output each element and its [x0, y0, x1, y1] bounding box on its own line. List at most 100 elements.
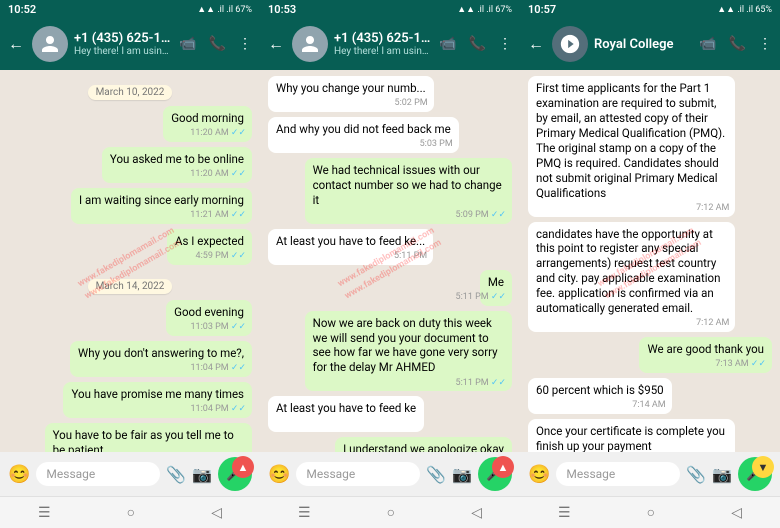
message-time: 11:04 PM ✓✓	[190, 363, 246, 375]
nav-back-icon[interactable]: ◁	[731, 505, 742, 521]
back-arrow-icon[interactable]: ←	[8, 34, 24, 54]
scroll-up-button[interactable]: ▲	[492, 456, 514, 478]
message-text: Me	[488, 275, 504, 289]
message-time: 5:11 PM	[394, 251, 427, 263]
contact-info[interactable]: +1 (435) 625-1749 Hey there! I am using …	[74, 31, 173, 57]
message-bubble: At least you have to feed ke... 5:11 PM	[268, 229, 433, 265]
contact-info[interactable]: +1 (435) 625-1749 Hey there! I am using …	[334, 31, 433, 57]
signal-info: ▲▲ .il .il 67%	[197, 4, 252, 15]
scroll-up-button[interactable]: ▲	[232, 456, 254, 478]
messages-area: March 10, 2022 Good morning 11:20 AM ✓✓ You…	[0, 70, 260, 452]
message-time: 7:14 AM	[632, 400, 665, 412]
attach-button[interactable]: 📎	[166, 465, 186, 484]
chat-input-bar: 😊 Message 📎 📷 🎤	[0, 452, 260, 496]
message-input[interactable]: Message	[556, 462, 680, 486]
back-arrow-icon[interactable]: ←	[268, 34, 284, 54]
contact-avatar[interactable]	[292, 26, 328, 62]
message-bubble: You have to be fair as you tell me to be…	[45, 423, 252, 452]
attach-button[interactable]: 📎	[426, 465, 446, 484]
header-action-icons: 📹 📞 ⋮	[699, 36, 772, 52]
phone-icon[interactable]: 📞	[209, 36, 226, 52]
message-text: Good morning	[171, 111, 244, 125]
nav-menu-icon[interactable]: ☰	[558, 505, 571, 521]
message-time: 11:20 AM ✓✓	[190, 128, 246, 140]
message-bubble: I understand we apologize okay5:11 PM ✓✓	[335, 437, 512, 452]
emoji-button[interactable]: 😊	[268, 464, 290, 485]
signal-info: ▲▲ .il .il 67%	[457, 4, 512, 15]
date-divider: March 10, 2022	[8, 80, 252, 99]
signal-info: ▲▲ .il .il 65%	[717, 4, 772, 15]
more-options-icon[interactable]: ⋮	[498, 36, 512, 52]
video-call-icon[interactable]: 📹	[699, 36, 716, 52]
message-bubble: Why you change your numb... 5:02 PM	[268, 76, 434, 112]
nav-back-icon[interactable]: ◁	[211, 505, 222, 521]
message-input[interactable]: Message	[296, 462, 420, 486]
back-arrow-icon[interactable]: ←	[528, 34, 544, 54]
time-display: 10:52	[8, 3, 36, 16]
message-bubble: First time applicants for the Part 1 exa…	[528, 76, 735, 217]
message-time: 5:02 PM	[395, 98, 428, 110]
emoji-button[interactable]: 😊	[528, 464, 550, 485]
nav-home-icon[interactable]: ○	[127, 504, 135, 521]
message-bubble: You have promise me many times11:04 PM ✓…	[63, 382, 252, 418]
message-time: 11:03 PM ✓✓	[190, 322, 246, 334]
navigation-bar: ☰ ○ ◁	[260, 496, 520, 528]
message-text: As I expected	[175, 234, 244, 248]
message-time: 11:04 PM ✓✓	[190, 404, 246, 416]
header-action-icons: 📹 📞 ⋮	[179, 36, 252, 52]
message-bubble: Good morning 11:20 AM ✓✓	[163, 106, 252, 142]
message-text: candidates have the opportunity at this …	[536, 227, 720, 316]
more-options-icon[interactable]: ⋮	[238, 36, 252, 52]
messages-area: First time applicants for the Part 1 exa…	[520, 70, 780, 452]
message-text: Why you change your numb...	[276, 81, 426, 95]
phone-icon[interactable]: 📞	[729, 36, 746, 52]
video-call-icon[interactable]: 📹	[179, 36, 196, 52]
message-bubble: candidates have the opportunity at this …	[528, 222, 735, 333]
camera-button[interactable]: 📷	[452, 465, 472, 484]
video-call-icon[interactable]: 📹	[439, 36, 456, 52]
scroll-down-button[interactable]: ▼	[752, 456, 774, 478]
chat-panel-3: 10:57 ▲▲ .il .il 65% ← Royal College 📹 📞…	[520, 0, 780, 528]
nav-home-icon[interactable]: ○	[647, 504, 655, 521]
message-bubble: Now we are back on duty this week we wil…	[305, 311, 512, 392]
contact-info[interactable]: Royal College	[594, 37, 693, 52]
contact-status: Hey there! I am using WhatsApp...	[334, 46, 433, 57]
camera-button[interactable]: 📷	[712, 465, 732, 484]
date-divider: March 14, 2022	[8, 274, 252, 293]
message-text: I am waiting since early morning	[79, 193, 244, 207]
contact-name: +1 (435) 625-1749	[74, 31, 173, 46]
chat-input-bar: 😊 Message 📎 📷 🎤	[520, 452, 780, 496]
chat-input-bar: 😊 Message 📎 📷 🎤	[260, 452, 520, 496]
message-bubble: Why you don't answering to me?,11:04 PM …	[70, 341, 252, 377]
message-input[interactable]: Message	[36, 462, 160, 486]
time-display: 10:53	[268, 3, 296, 16]
message-bubble: At least you have to feed ke	[268, 396, 424, 432]
message-bubble: We had technical issues with our contact…	[305, 158, 512, 224]
message-bubble: And why you did not feed back me5:03 PM	[268, 117, 459, 153]
message-bubble: As I expected 4:59 PM ✓✓	[167, 229, 252, 265]
message-time: 5:11 PM ✓✓	[456, 292, 506, 304]
message-bubble: I am waiting since early morning11:21 AM…	[71, 188, 252, 224]
nav-home-icon[interactable]: ○	[387, 504, 395, 521]
message-text: At least you have to feed ke...	[276, 234, 425, 248]
message-text: At least you have to feed ke	[276, 401, 416, 415]
contact-avatar[interactable]	[32, 26, 68, 62]
message-bubble: We are good thank you7:13 AM ✓✓	[639, 337, 772, 373]
message-text: And why you did not feed back me	[276, 122, 451, 136]
more-options-icon[interactable]: ⋮	[758, 36, 772, 52]
nav-back-icon[interactable]: ◁	[471, 505, 482, 521]
chat-header: ← Royal College 📹 📞 ⋮	[520, 18, 780, 70]
message-time: 4:59 PM ✓✓	[196, 251, 246, 263]
camera-button[interactable]: 📷	[192, 465, 212, 484]
attach-button[interactable]: 📎	[686, 465, 706, 484]
message-bubble: 60 percent which is $9507:14 AM	[528, 378, 672, 414]
nav-menu-icon[interactable]: ☰	[38, 505, 51, 521]
phone-icon[interactable]: 📞	[469, 36, 486, 52]
emoji-button[interactable]: 😊	[8, 464, 30, 485]
message-bubble: Me5:11 PM ✓✓	[480, 270, 512, 306]
nav-menu-icon[interactable]: ☰	[298, 505, 311, 521]
message-text: We are good thank you	[647, 342, 764, 356]
message-bubble: Good evening11:03 PM ✓✓	[166, 300, 252, 336]
chat-panel-1: 10:52 ▲▲ .il .il 67% ← +1 (435) 625-1749…	[0, 0, 260, 528]
contact-avatar[interactable]	[552, 26, 588, 62]
